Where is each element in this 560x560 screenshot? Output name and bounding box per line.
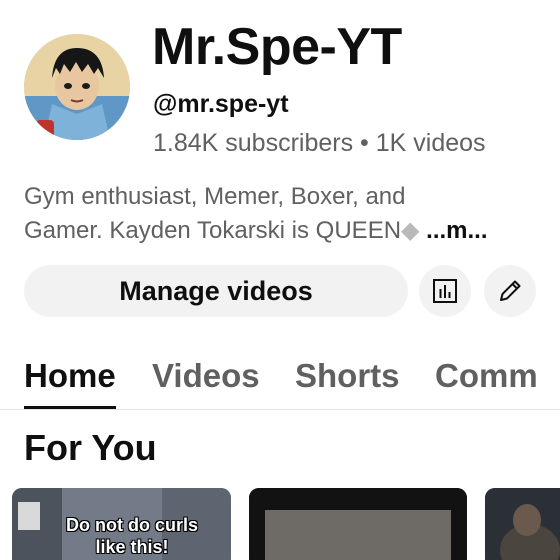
video-thumbnail[interactable] — [249, 488, 467, 560]
section-title: For You — [24, 427, 157, 468]
video-thumbnail[interactable] — [485, 488, 560, 560]
manage-videos-button[interactable]: Manage videos — [24, 265, 408, 317]
active-tab-indicator — [24, 406, 116, 409]
thumbnail-image — [485, 488, 560, 560]
tab-videos[interactable]: Videos — [152, 352, 260, 400]
channel-name: Mr.Spe-YT — [152, 18, 402, 76]
channel-stats: 1.84K subscribers • 1K videos — [153, 129, 486, 157]
tab-shorts[interactable]: Shorts — [295, 352, 400, 400]
description-line-1: Gym enthusiast, Memer, Boxer, and — [24, 183, 406, 210]
tab-community[interactable]: Comm — [435, 352, 538, 400]
video-thumbnail[interactable]: Do not do curls like this! — [12, 488, 231, 560]
tab-home[interactable]: Home — [24, 352, 116, 400]
analytics-icon — [433, 279, 457, 303]
thumbnail-caption: Do not do curls like this! — [66, 515, 198, 557]
channel-avatar[interactable] — [24, 34, 130, 140]
pencil-icon — [500, 280, 521, 301]
description-line-2-text: Gamer. Kayden Tokarski is QUEEN — [24, 217, 402, 244]
channel-description[interactable]: Gym enthusiast, Memer, Boxer, and Gamer.… — [24, 180, 544, 248]
channel-tabs: Home Videos Shorts Comm — [0, 352, 560, 410]
thumbnail-image — [249, 488, 467, 560]
description-more-link[interactable]: ...m... — [420, 217, 487, 244]
edit-channel-button[interactable] — [484, 265, 536, 317]
channel-handle: @mr.spe-yt — [153, 90, 289, 118]
gem-icon: ◆ — [401, 217, 420, 244]
avatar-image — [24, 34, 130, 140]
description-line-2: Gamer. Kayden Tokarski is QUEEN◆ ...m... — [24, 214, 544, 248]
analytics-button[interactable] — [419, 265, 471, 317]
